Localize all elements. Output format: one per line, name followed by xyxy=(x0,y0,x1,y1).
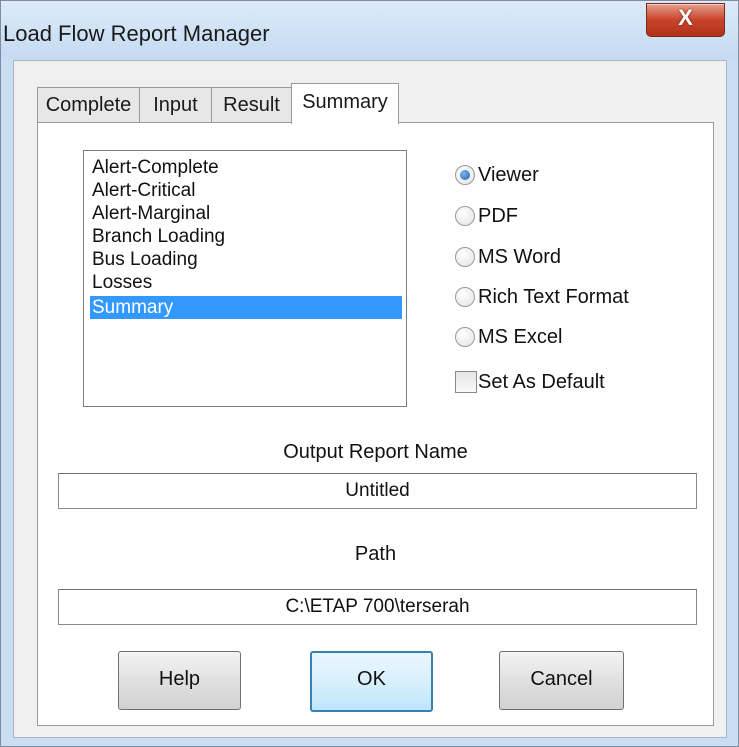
close-icon: X xyxy=(678,5,693,30)
checkbox-label: Set As Default xyxy=(478,371,605,393)
tab-result[interactable]: Result xyxy=(211,87,292,122)
radio-button[interactable] xyxy=(455,287,475,307)
path-label: Path xyxy=(354,543,397,565)
radio-button[interactable] xyxy=(455,327,475,347)
window-title: Load Flow Report Manager xyxy=(3,21,270,46)
radio-button[interactable] xyxy=(455,206,475,226)
list-item[interactable]: Alert-Complete xyxy=(90,156,402,179)
tab-input[interactable]: Input xyxy=(139,87,212,122)
close-button[interactable]: X xyxy=(646,3,725,37)
list-item[interactable]: Alert-Marginal xyxy=(90,202,402,225)
set-as-default-checkbox[interactable] xyxy=(455,371,477,393)
list-item[interactable]: Alert-Critical xyxy=(90,179,402,202)
output-report-name-label: Output Report Name xyxy=(283,441,468,463)
cancel-button[interactable]: Cancel xyxy=(499,651,624,710)
radio-button[interactable] xyxy=(455,247,475,267)
radio-label: MS Excel xyxy=(478,326,563,348)
path-field[interactable]: C:\ETAP 700\terserah xyxy=(58,589,697,625)
title-bar[interactable]: Load Flow Report Manager X xyxy=(1,1,738,59)
report-listbox[interactable]: Alert-Complete Alert-Critical Alert-Marg… xyxy=(83,150,407,407)
ok-button[interactable]: OK xyxy=(310,651,433,712)
list-item[interactable]: Losses xyxy=(90,271,402,294)
tab-summary[interactable]: Summary xyxy=(291,83,399,124)
radio-label: Viewer xyxy=(478,164,539,186)
radio-label: Rich Text Format xyxy=(478,286,629,308)
help-button[interactable]: Help xyxy=(118,651,241,710)
summary-tab-panel: Alert-Complete Alert-Critical Alert-Marg… xyxy=(37,122,714,726)
list-item[interactable]: Branch Loading xyxy=(90,225,402,248)
dialog-client-area: Complete Input Result Summary Alert-Comp… xyxy=(13,60,727,738)
tab-complete[interactable]: Complete xyxy=(37,87,140,122)
radio-label: PDF xyxy=(478,205,518,227)
dialog-window: Load Flow Report Manager X Complete Inpu… xyxy=(0,0,739,747)
list-item[interactable]: Bus Loading xyxy=(90,248,402,271)
list-item-selected[interactable]: Summary xyxy=(90,296,402,319)
radio-button-checked[interactable] xyxy=(455,165,475,185)
radio-label: MS Word xyxy=(478,246,561,268)
output-report-name-field[interactable]: Untitled xyxy=(58,473,697,509)
